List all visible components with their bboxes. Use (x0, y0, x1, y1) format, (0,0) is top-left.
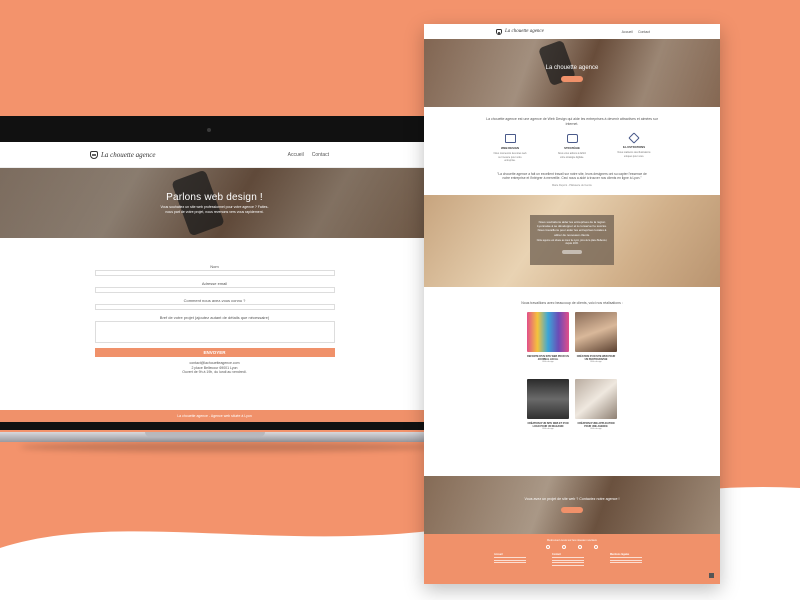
contact-hours: Ouvert de 9h à 19h, du lundi au vendredi… (182, 370, 247, 375)
laptop-mockup: La chouette agence Accueil Contact Parlo… (0, 116, 446, 456)
facebook-icon[interactable] (562, 545, 566, 549)
intro-text: La chouette agence est une agence de Web… (486, 117, 658, 126)
feature-title: ILLUSTRATIONS (622, 145, 646, 150)
logo-text: La chouette agence (505, 29, 544, 34)
footer-col-title[interactable]: Mentions légales (610, 553, 650, 556)
project-card[interactable]: REFONTE D'UN SITE WEB POUR UN JOURNAL LO… (527, 312, 569, 363)
project-thumbnail[interactable] (575, 312, 617, 353)
contact-info: contact@lachouetteagence.com 2 place Bel… (95, 361, 335, 375)
field-label-email: Adresse email (201, 281, 228, 286)
project-tag: Web design (590, 428, 602, 431)
laptop-lid: La chouette agence Accueil Contact Parlo… (0, 116, 446, 430)
laptop-shadow (20, 442, 430, 452)
projects-grid: REFONTE D'UN SITE WEB POUR UN JOURNAL LO… (424, 312, 720, 430)
laptop-screen: La chouette agence Accueil Contact Parlo… (0, 142, 429, 422)
footer-col: Mentions légales (610, 553, 650, 567)
owl-logo-icon (90, 150, 98, 159)
source-input[interactable] (94, 304, 335, 310)
strategy-icon (566, 134, 578, 144)
submit-button[interactable]: ENVOYER (94, 348, 335, 357)
cta-button[interactable] (561, 506, 583, 513)
mission-section: Nous souhaitons aider les entreprises de… (424, 195, 720, 288)
laptop-hero: Parlons web design ! Vous souhaitez un s… (0, 168, 429, 238)
owl-logo-icon (496, 28, 502, 35)
feature-text: Nous vous aidons à définir votre stratég… (557, 152, 587, 159)
testimonial: "La chouette agence a fait un excellent … (424, 166, 720, 193)
mission-text: Nous souhaitons aider les entreprises de… (537, 220, 607, 237)
feature-text: Nous réalisons des illustrations uniques… (617, 151, 651, 158)
illustration-icon (628, 132, 640, 145)
project-thumbnail[interactable] (575, 379, 617, 420)
testimonial-author: Marie Dupont - Pâtisserie du Centre (552, 183, 592, 187)
nav-link-contact[interactable]: Contact (638, 30, 650, 34)
project-thumbnail[interactable] (527, 379, 569, 420)
web-design-icon (504, 134, 516, 144)
cta-text: Vous avez un projet de site web ? Contac… (524, 497, 620, 502)
page-hero: La chouette agence (424, 39, 720, 107)
hero-cta-button[interactable] (561, 75, 583, 82)
field-label-source: Comment nous avez-vous connu ? (183, 298, 246, 303)
laptop-footer: La chouette agence - Agence web située à… (0, 410, 429, 422)
field-label-project: Bref de votre projet (ajoutez autant de … (159, 315, 270, 320)
footer-col-title[interactable]: Accueil (494, 553, 534, 556)
project-textarea[interactable] (94, 321, 335, 343)
page-footer: Retrouvez-nous sur les réseaux sociaux A… (424, 534, 720, 584)
page-logo[interactable]: La chouette agence (496, 28, 544, 35)
feature-web-design: WEB DESIGN Nous concevons des sites web … (493, 134, 527, 162)
footer-col: Contact (552, 553, 592, 567)
camera-icon (207, 128, 211, 132)
full-page-mockup: La chouette agence Accueil Contact La ch… (424, 24, 720, 584)
feature-strategy: STRATÉGIE Nous vous aidons à définir vot… (555, 134, 589, 161)
social-links (494, 545, 650, 549)
project-card[interactable]: CRÉATION D'UNE APPLICATION POUR UNE AGEN… (575, 379, 617, 430)
features-row: WEB DESIGN Nous concevons des sites web … (424, 126, 720, 165)
footer-heading: Retrouvez-nous sur les réseaux sociaux (547, 538, 597, 542)
field-label-nom: Nom (210, 264, 219, 269)
twitter-icon[interactable] (546, 545, 550, 549)
footer-col-title[interactable]: Contact (552, 553, 592, 556)
mission-button[interactable] (562, 250, 582, 255)
feature-illustrations: ILLUSTRATIONS Nous réalisons des illustr… (617, 132, 651, 161)
nav-link-accueil[interactable]: Accueil (288, 152, 304, 158)
feature-title: STRATÉGIE (564, 146, 580, 151)
feature-text: Nous concevons des sites web sur mesure … (493, 152, 527, 162)
laptop-navbar: La chouette agence Accueil Contact (0, 142, 429, 168)
project-card[interactable]: CRÉATION D'UN SITE WEB ET D'UN LOGO POUR… (527, 379, 569, 430)
projects-title: Nous travaillons avec beaucoup de client… (521, 301, 623, 306)
project-tag: Web design (542, 428, 554, 431)
laptop-notch (145, 432, 265, 437)
project-tag: Web design (542, 361, 554, 364)
mission-box: Nous souhaitons aider les entreprises de… (530, 215, 614, 266)
laptop-logo[interactable]: La chouette agence (90, 150, 156, 159)
contact-form: Nom Adresse email Comment nous avez-vous… (94, 238, 335, 375)
footer-col: Accueil (494, 553, 534, 567)
feature-title: WEB DESIGN (500, 146, 520, 151)
project-card[interactable]: CRÉATION D'UN SITE WEB POUR UN PHOTOGRAP… (575, 312, 617, 363)
mission-subtext: Notre agence est située au cœur de Lyon,… (536, 239, 608, 246)
project-thumbnail[interactable] (527, 312, 569, 353)
name-input[interactable] (94, 270, 335, 276)
linkedin-icon[interactable] (594, 545, 598, 549)
email-input[interactable] (94, 287, 335, 293)
project-tag: Web design (590, 361, 602, 364)
phone-illustration (171, 169, 225, 237)
footer-columns: Accueil Contact Mentions légales (494, 553, 650, 567)
logo-text: La chouette agence (101, 150, 156, 159)
nav-link-accueil[interactable]: Accueil (622, 30, 633, 34)
back-to-top-icon[interactable] (709, 573, 714, 578)
testimonial-text: "La chouette agence a fait un excellent … (497, 171, 647, 181)
page-hero-title: La chouette agence (545, 64, 599, 71)
hero-subtitle: Vous souhaitez un site web professionnel… (160, 204, 269, 214)
nav-link-contact[interactable]: Contact (312, 152, 329, 158)
cta-section: Vous avez un projet de site web ? Contac… (424, 476, 720, 534)
instagram-icon[interactable] (578, 545, 582, 549)
hero-title: Parlons web design ! (166, 191, 263, 203)
page-navbar: La chouette agence Accueil Contact (424, 24, 720, 39)
